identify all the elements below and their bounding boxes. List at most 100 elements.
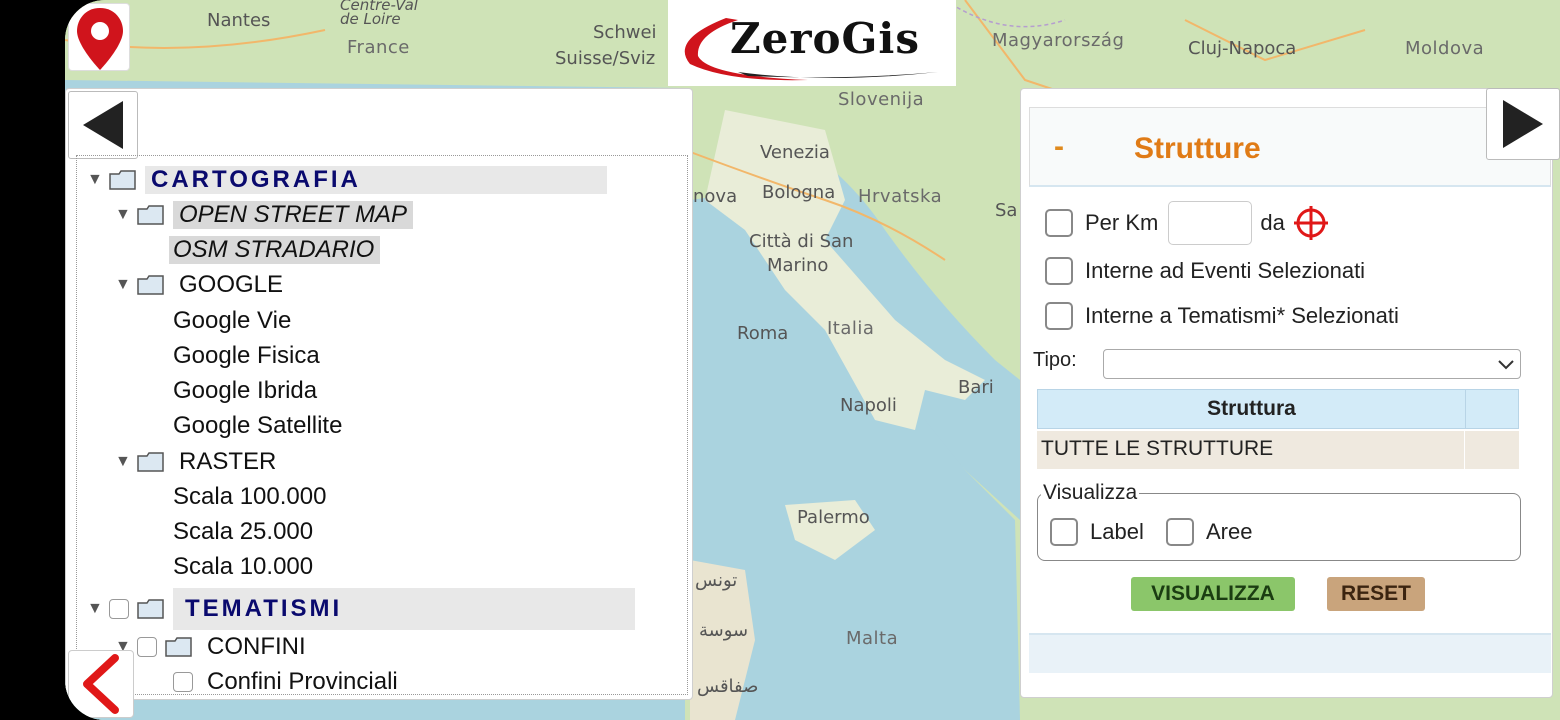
strutture-accordion-header[interactable]: - Strutture: [1029, 107, 1551, 187]
collapse-minus-icon[interactable]: -: [1054, 130, 1064, 164]
expand-toggle-icon[interactable]: ▼: [87, 600, 109, 618]
expand-toggle-icon[interactable]: ▼: [115, 453, 137, 471]
map-label: Suisse/Sviz: [555, 48, 656, 69]
interne-tematismi-checkbox[interactable]: [1045, 302, 1073, 330]
folder-icon: [109, 170, 136, 190]
reset-button[interactable]: RESET: [1327, 577, 1425, 611]
triangle-right-icon: [1503, 100, 1543, 148]
tree-label: Confini Provinciali: [207, 668, 398, 695]
map-label: Marino: [767, 255, 829, 276]
label-checkbox-label: Label: [1090, 519, 1144, 544]
interne-eventi-label: Interne ad Eventi Selezionati: [1085, 258, 1366, 283]
tree-leaf-google-ibrida[interactable]: Google Ibrida: [173, 375, 317, 407]
tree-leaf-scala-100000[interactable]: Scala 100.000: [173, 481, 326, 513]
strutture-table: Struttura TUTTE LE STRUTTURE: [1037, 389, 1519, 469]
per-km-label: Per Km: [1085, 210, 1159, 235]
map-label: nova: [693, 186, 738, 207]
visualizza-legend: Visualizza: [1041, 481, 1140, 505]
expand-toggle-icon[interactable]: ▼: [87, 171, 109, 189]
tree-label: TEMATISMI: [173, 588, 635, 630]
table-row[interactable]: TUTTE LE STRUTTURE: [1037, 431, 1519, 469]
collapse-left-panel-button[interactable]: [68, 91, 138, 159]
tree-node-confini[interactable]: ▼ CONFINI: [115, 631, 312, 663]
map-label: Venezia: [760, 142, 830, 163]
confini-provinciali-checkbox[interactable]: [173, 672, 193, 692]
map-label: Nantes: [207, 10, 271, 31]
aree-checkbox-label: Aree: [1206, 519, 1253, 544]
interne-eventi-checkbox[interactable]: [1045, 257, 1073, 285]
folder-icon: [137, 599, 164, 619]
tree-label: Google Fisica: [173, 342, 320, 369]
tree-leaf-scala-25000[interactable]: Scala 25.000: [173, 516, 313, 548]
map-label: Roma: [737, 323, 789, 344]
back-button[interactable]: [68, 650, 134, 718]
map-label: Italia: [827, 318, 875, 339]
map-label: Napoli: [840, 395, 897, 416]
tree-label: OSM STRADARIO: [169, 236, 381, 264]
folder-icon: [137, 275, 164, 295]
map-label: de Loire: [340, 10, 401, 28]
layer-tree: ▼ CARTOGRAFIA ▼ OPEN STREET MAP OSM STRA…: [76, 155, 688, 695]
map-label: Hrvatska: [858, 186, 943, 207]
tematismi-checkbox[interactable]: [109, 599, 129, 619]
map-label: تونس: [695, 570, 738, 591]
tree-label: CONFINI: [207, 633, 306, 660]
map-label: Moldova: [1405, 38, 1485, 59]
per-km-checkbox[interactable]: [1045, 209, 1073, 237]
tree-node-tematismi[interactable]: ▼ TEMATISMI: [87, 588, 635, 630]
crosshair-icon[interactable]: [1293, 205, 1329, 241]
strutture-title: Strutture: [1134, 132, 1261, 165]
tree-leaf-google-satellite[interactable]: Google Satellite: [173, 410, 342, 442]
table-header-row: Struttura: [1037, 389, 1519, 429]
map-label: Bari: [958, 377, 994, 398]
aree-checkbox[interactable]: [1166, 518, 1194, 546]
location-pin-button[interactable]: [68, 3, 130, 71]
tree-label: Google Ibrida: [173, 377, 318, 404]
map-label: France: [347, 37, 410, 58]
folder-icon: [165, 637, 192, 657]
tree-node-google[interactable]: ▼ GOOGLE: [115, 269, 289, 301]
tree-label: Google Vie: [173, 307, 292, 334]
map-pin-icon: [77, 8, 123, 70]
confini-checkbox[interactable]: [137, 637, 157, 657]
interne-tematismi-label: Interne a Tematismi* Selezionati: [1085, 303, 1399, 328]
tree-node-raster[interactable]: ▼ RASTER: [115, 446, 282, 478]
label-checkbox[interactable]: [1050, 518, 1078, 546]
aree-option: Aree: [1166, 518, 1252, 546]
tipo-select[interactable]: [1103, 349, 1521, 379]
chevron-left-icon: [83, 654, 119, 714]
interne-tematismi-row: Interne a Tematismi* Selezionati: [1045, 302, 1399, 330]
map-label: صفاقس: [697, 676, 759, 697]
tree-leaf-google-vie[interactable]: Google Vie: [173, 305, 291, 337]
logo-text: ZeroGis: [730, 14, 920, 63]
tree-label: Scala 100.000: [173, 483, 327, 510]
tree-leaf-osm-stradario[interactable]: OSM STRADARIO: [169, 234, 381, 266]
tree-leaf-scala-10000[interactable]: Scala 10.000: [173, 551, 313, 583]
map-label: Palermo: [797, 507, 870, 528]
tree-leaf-google-fisica[interactable]: Google Fisica: [173, 340, 320, 372]
strutture-panel: - Strutture Per Km da Interne ad Eventi …: [1020, 88, 1553, 698]
collapse-right-panel-button[interactable]: [1486, 88, 1560, 160]
expand-toggle-icon[interactable]: ▼: [115, 206, 137, 224]
label-option: Label: [1050, 518, 1144, 546]
table-cell: TUTTE LE STRUTTURE: [1037, 431, 1465, 469]
per-km-row: Per Km da: [1045, 201, 1329, 245]
tree-label: CARTOGRAFIA: [145, 166, 607, 194]
next-accordion-header[interactable]: [1029, 633, 1551, 673]
tree-label: GOOGLE: [179, 271, 284, 298]
map-label: Schwei: [593, 22, 657, 43]
app-stage: Nantes France Centre-Val de Loire Schwei…: [65, 0, 1560, 720]
km-input[interactable]: [1168, 201, 1253, 245]
tree-label: RASTER: [179, 448, 277, 475]
tree-leaf-confini-provinciali[interactable]: Confini Provinciali: [173, 666, 398, 695]
tree-node-osm[interactable]: ▼ OPEN STREET MAP: [115, 199, 414, 231]
map-label: Bologna: [762, 182, 836, 203]
expand-toggle-icon[interactable]: ▼: [115, 276, 137, 294]
table-header-struttura: Struttura: [1038, 390, 1466, 428]
map-label: Slovenija: [838, 89, 925, 110]
visualizza-button[interactable]: VISUALIZZA: [1131, 577, 1295, 611]
tree-node-cartografia[interactable]: ▼ CARTOGRAFIA: [87, 164, 607, 196]
map-label: Magyarország: [992, 30, 1125, 51]
layers-panel: ▼ CARTOGRAFIA ▼ OPEN STREET MAP OSM STRA…: [65, 88, 693, 700]
map-label: Malta: [846, 628, 899, 649]
